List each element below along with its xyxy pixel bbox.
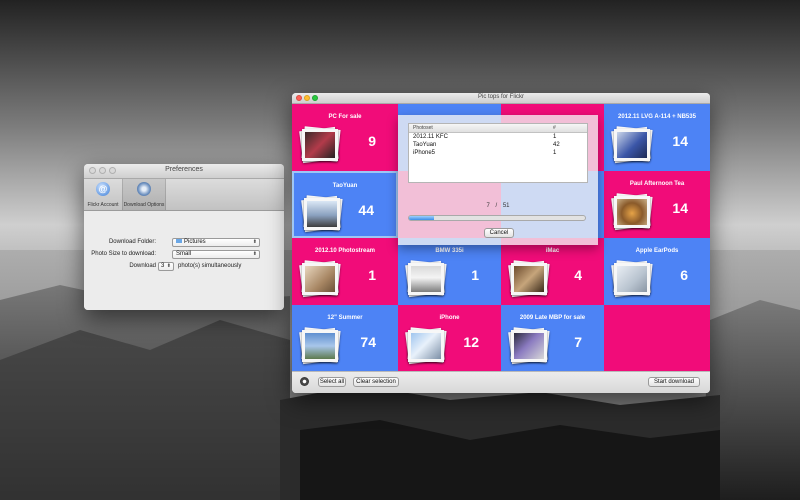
download-progress-bar [408, 215, 586, 221]
table-header: Photoset # [409, 124, 587, 133]
main-title: Pic tops for Flickr [477, 94, 524, 100]
photo-stack [405, 260, 447, 298]
preferences-window: Preferences @ Flickr Account Download Op… [84, 164, 284, 310]
photo-stack [508, 260, 550, 298]
photo-stack [299, 327, 341, 365]
start-download-button[interactable]: Start download [648, 377, 700, 387]
popup-arrows-icon: ⬍ [252, 251, 257, 257]
at-sign-icon: @ [96, 182, 110, 196]
photo-size-label: Photo Size to download: [91, 251, 156, 257]
download-progress-sheet: Photoset # 2012.11 KFC 1 TaoYuan 42 iPho… [398, 115, 598, 245]
photo-size-row: Photo Size to download: Small ⬍ [84, 250, 284, 260]
progress-fill [409, 216, 434, 220]
photoset-grid: PC For sale 9 2012.11 LVG A-114 + NB535 … [292, 104, 710, 372]
photo-stack [508, 327, 550, 365]
photoset-cell[interactable]: iMac 4 [501, 238, 604, 305]
photo-stack [405, 327, 447, 365]
download-label: Download [129, 263, 156, 269]
tab-flickr-account[interactable]: @ Flickr Account [84, 179, 122, 210]
photoset-cell[interactable]: 2012.11 LVG A-114 + NB535 14 [604, 104, 710, 171]
photoset-cell[interactable]: Apple EarPods 6 [604, 238, 710, 305]
photo-stack [611, 126, 653, 164]
photo-stack [301, 195, 343, 233]
main-window: Pic tops for Flickr PC For sale 9 2012.1… [292, 93, 710, 393]
tab-download-options[interactable]: Download Options [122, 179, 166, 210]
photoset-cell[interactable]: 2009 Late MBP for sale 7 [501, 305, 604, 372]
table-row[interactable]: iPhone5 1 [409, 150, 587, 158]
photoset-cell[interactable]: PC For sale 9 [292, 104, 398, 171]
table-row[interactable]: TaoYuan 42 [409, 142, 587, 150]
download-count-stepper[interactable]: 3 ⬍ [158, 262, 174, 271]
cancel-button[interactable]: Cancel [484, 228, 514, 238]
select-all-button[interactable]: Select all [318, 377, 346, 387]
photoset-cell[interactable]: BMW 335i 1 [398, 238, 501, 305]
download-folder-label: Download Folder: [108, 239, 156, 245]
photoset-cell-selected[interactable]: TaoYuan 44 [292, 171, 398, 238]
photoset-cell[interactable]: 12" Summer 74 [292, 305, 398, 372]
photo-stack [611, 260, 653, 298]
popup-arrows-icon: ⬍ [252, 239, 257, 245]
photoset-cell[interactable]: 2012.10 Photostream 1 [292, 238, 398, 305]
download-folder-row: Download Folder: Pictures ⬍ [84, 238, 284, 248]
preferences-body: Download Folder: Pictures ⬍ Photo Size t… [84, 211, 284, 310]
progress-counter: 7 / 51 [486, 203, 510, 209]
folder-icon [176, 239, 182, 243]
clear-selection-button[interactable]: Clear selection [353, 377, 399, 387]
photo-stack [611, 193, 653, 231]
action-gear-icon[interactable] [300, 377, 309, 386]
download-count-row: Download 3 ⬍ photo(s) simultaneously [84, 262, 284, 272]
photoset-cell[interactable]: iPhone 12 [398, 305, 501, 372]
photoset-cell[interactable]: Paul Afternoon Tea 14 [604, 171, 710, 238]
bottom-toolbar: Select all Clear selection Start downloa… [292, 371, 710, 393]
main-titlebar[interactable]: Pic tops for Flickr [292, 93, 710, 104]
gear-icon [137, 182, 151, 196]
preferences-toolbar: @ Flickr Account Download Options [84, 179, 284, 211]
photo-stack [299, 126, 341, 164]
photo-size-popup[interactable]: Small ⬍ [172, 250, 260, 259]
stepper-arrows-icon: ⬍ [166, 263, 171, 269]
table-row[interactable]: 2012.11 KFC 1 [409, 134, 587, 142]
simultaneous-label: photo(s) simultaneously [178, 263, 242, 269]
preferences-title: Preferences [165, 166, 203, 173]
preferences-titlebar[interactable]: Preferences [84, 164, 284, 179]
photo-stack [299, 260, 341, 298]
download-folder-popup[interactable]: Pictures ⬍ [172, 238, 260, 247]
photoset-cell[interactable] [604, 305, 710, 372]
photoset-progress-table: Photoset # 2012.11 KFC 1 TaoYuan 42 iPho… [408, 123, 588, 183]
